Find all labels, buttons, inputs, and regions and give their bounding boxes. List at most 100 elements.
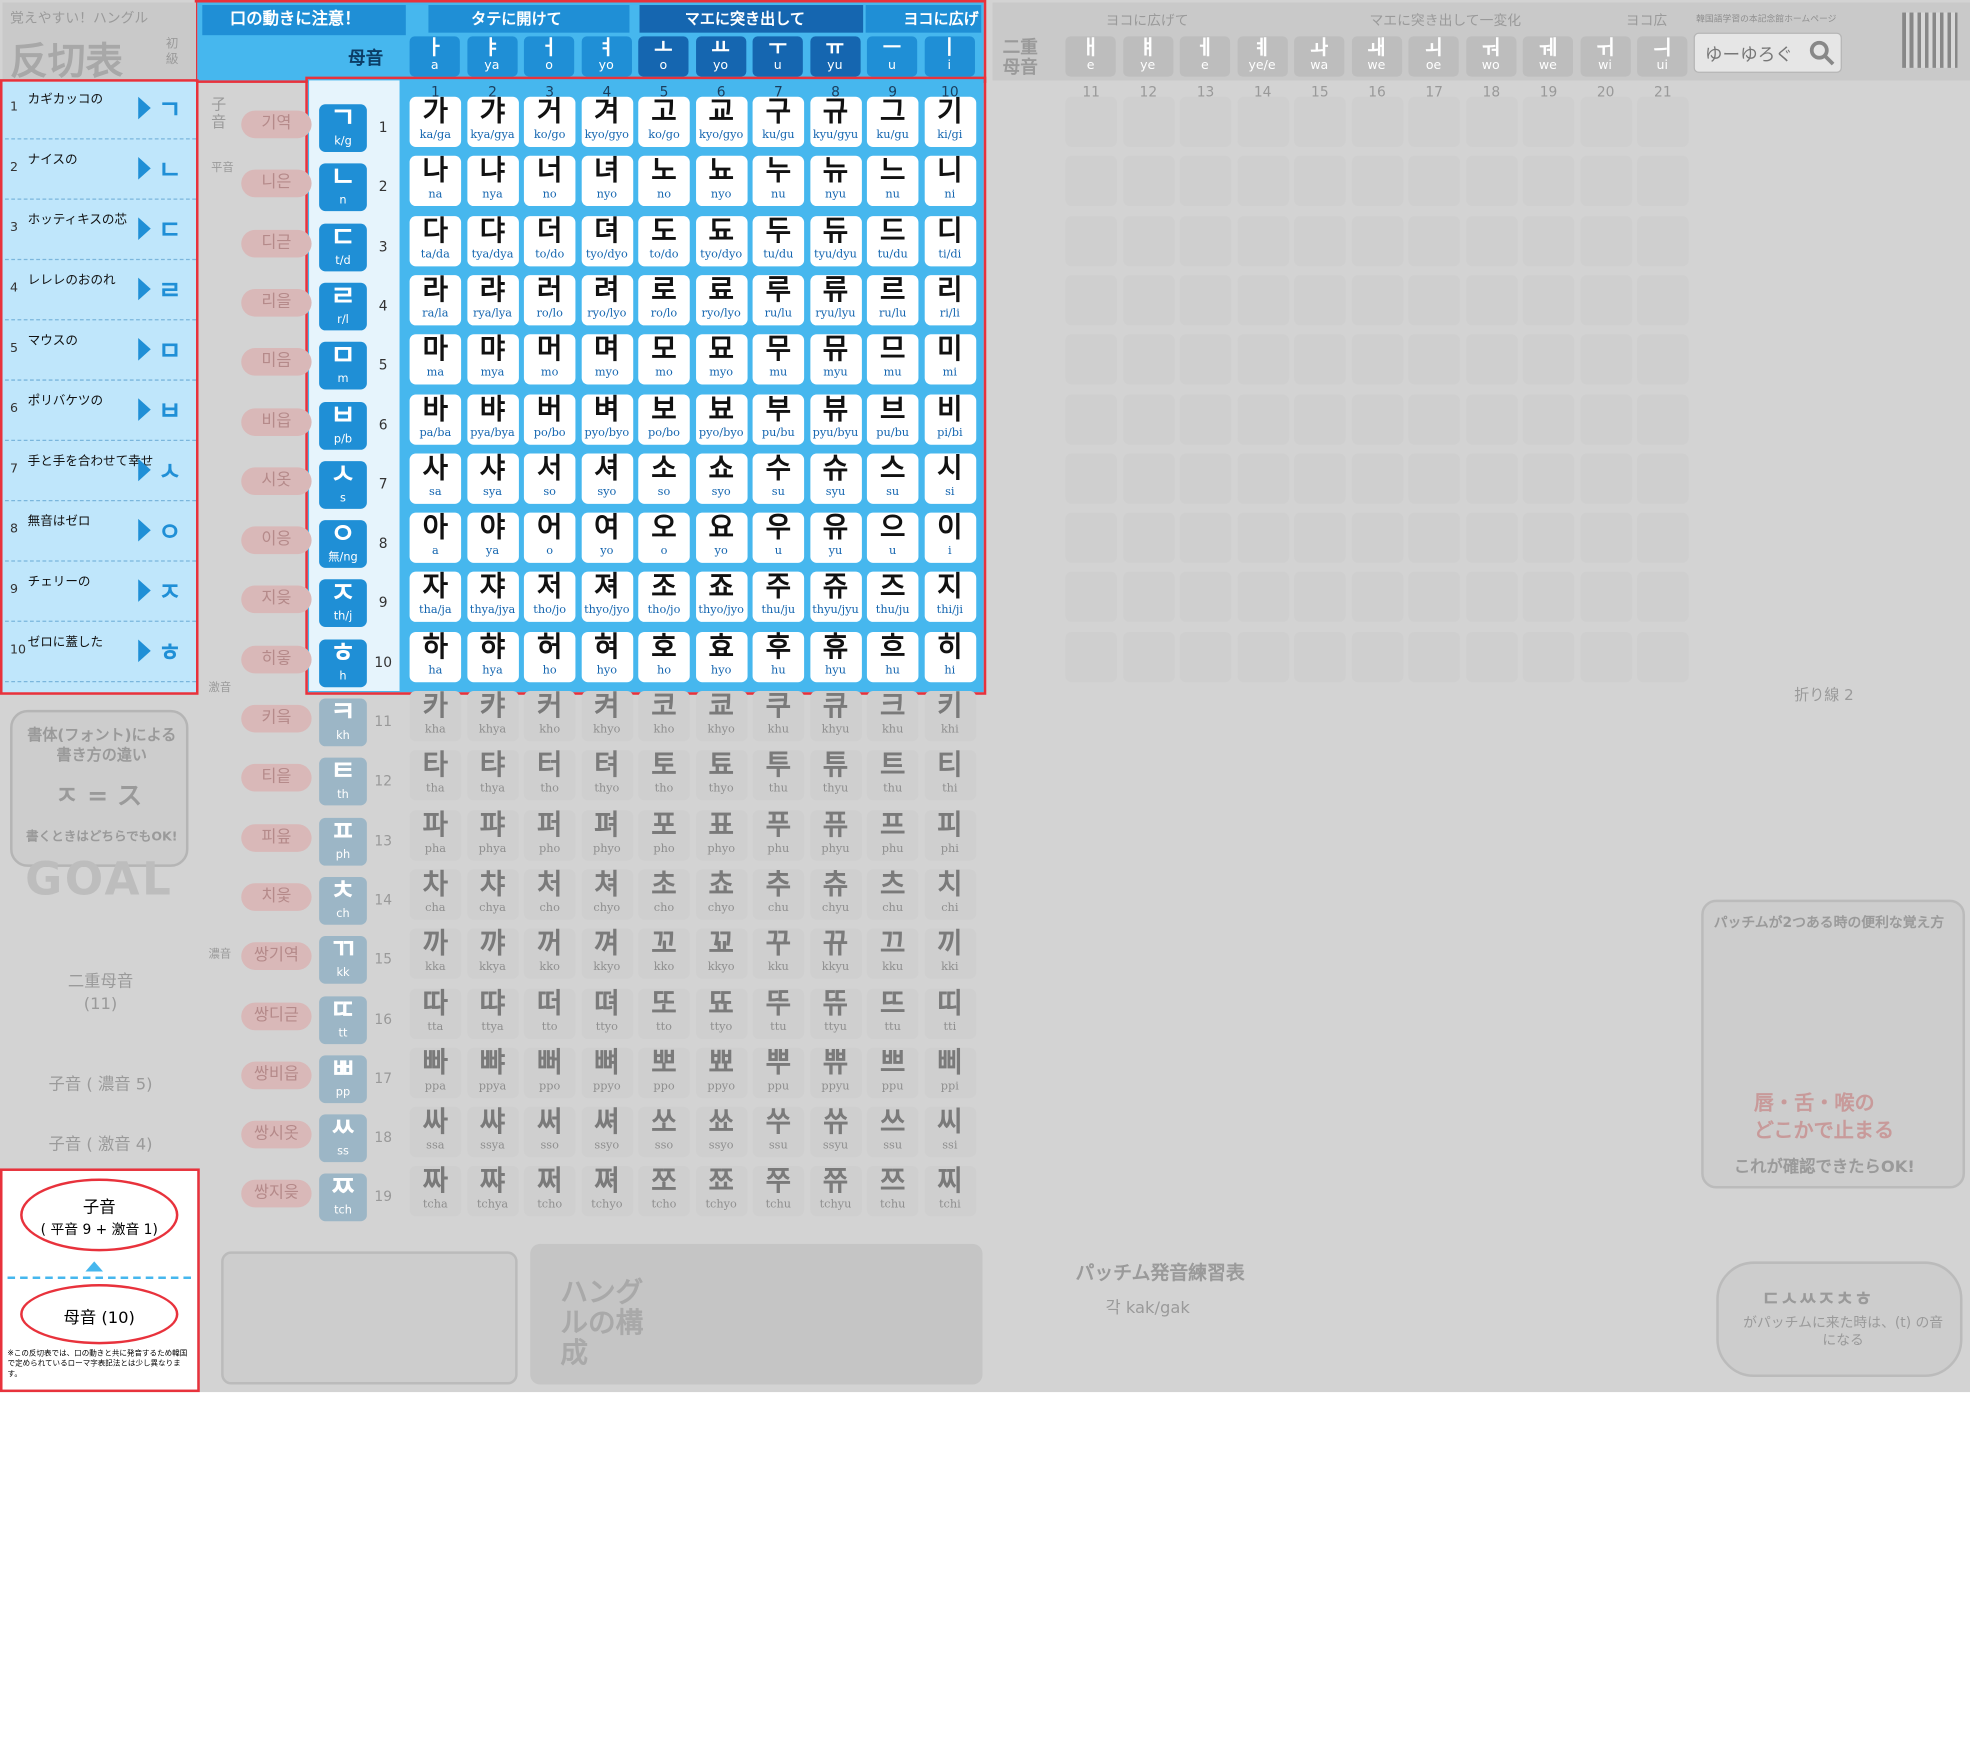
dim-syllable-cell bbox=[1351, 393, 1403, 445]
syllable: 따 bbox=[422, 988, 449, 1020]
syllable: 아 bbox=[422, 512, 449, 545]
syllable-roman: thu/ju bbox=[761, 604, 796, 618]
row-number: 17 bbox=[374, 1070, 392, 1087]
yoko-label: ヨコに広げ bbox=[865, 5, 982, 33]
noon-label: 濃音 bbox=[208, 948, 232, 962]
dim-syllable-cell: 또 tto bbox=[638, 988, 690, 1039]
dim-syllable-cell: 끼 kki bbox=[924, 928, 976, 979]
dim-syllable-cell bbox=[1351, 156, 1403, 207]
syllable-roman: nyo bbox=[596, 188, 618, 202]
vowel-header-5: ㅗo bbox=[638, 36, 689, 77]
arrow-right-icon bbox=[138, 277, 151, 301]
dim-syllable-cell: 뜨 ttu bbox=[866, 988, 919, 1039]
syllable-roman: khyo bbox=[593, 723, 621, 737]
qr-code-icon[interactable] bbox=[1902, 12, 1958, 68]
syllable: 쏘 bbox=[651, 1107, 677, 1139]
vowel-glyph: ㅏ bbox=[425, 35, 444, 60]
dim-syllable-cell bbox=[1351, 572, 1403, 623]
dim-syllable-cell bbox=[1236, 631, 1289, 682]
row-number: 7 bbox=[378, 475, 388, 493]
dim-syllable-cell: 탸 thya bbox=[466, 750, 519, 801]
row-number: 16 bbox=[374, 1010, 392, 1028]
dim-syllable-cell: 써 sso bbox=[523, 1107, 576, 1158]
syllable: 뾰 bbox=[708, 1047, 734, 1079]
syllable-roman: pya/bya bbox=[470, 426, 515, 440]
consonant-roman: ch bbox=[336, 908, 350, 921]
consonant-glyph: ㅆ bbox=[330, 1113, 356, 1145]
syllable: 랴 bbox=[479, 275, 506, 307]
dim-syllable-cell: 캬 khya bbox=[466, 691, 519, 742]
dim-syllable-cell: 텨 thyo bbox=[581, 750, 633, 801]
syllable-roman: hyo bbox=[710, 664, 732, 677]
syllable: 뻐 bbox=[536, 1047, 563, 1079]
syllable-roman: mu bbox=[883, 367, 902, 380]
syllable: 포 bbox=[651, 809, 677, 842]
vowel-glyph: ㅕ bbox=[596, 35, 616, 60]
dim-syllable-cell: 꼬 kko bbox=[638, 928, 690, 979]
guide-glyph: ㅎ bbox=[158, 636, 182, 668]
syllable-roman: syu bbox=[825, 485, 846, 499]
dim-syllable-cell bbox=[1179, 334, 1232, 385]
dim-syllable-cell bbox=[1236, 512, 1289, 563]
syllable-roman: ssya bbox=[480, 1139, 505, 1153]
batchim-example: 각 kak/gak bbox=[1105, 1299, 1190, 1318]
syllable: 기 bbox=[937, 96, 963, 129]
syllable-roman: o bbox=[660, 545, 668, 558]
syllable-roman: su bbox=[886, 485, 900, 499]
syllable-roman: ttyu bbox=[824, 1020, 847, 1034]
dim-syllable-cell: 빠 ppa bbox=[409, 1047, 462, 1098]
dim-syllable-cell bbox=[1065, 631, 1117, 682]
dim-syllable-cell bbox=[1637, 334, 1689, 385]
syllable: 벼 bbox=[594, 393, 620, 426]
dim-syllable-cell bbox=[1351, 453, 1403, 504]
syllable: 르 bbox=[879, 275, 906, 307]
consonant-glyph: ㅎ bbox=[330, 637, 356, 670]
syllable: 지 bbox=[937, 572, 963, 604]
vowel-roman: wi bbox=[1598, 59, 1612, 73]
row-number: 3 bbox=[378, 238, 388, 255]
dim-syllable-cell bbox=[1236, 96, 1289, 147]
search-icon[interactable] bbox=[1808, 39, 1836, 67]
syllable-roman: kkyu bbox=[821, 961, 850, 974]
syllable-roman: ko/go bbox=[648, 129, 680, 142]
syllable: 뇨 bbox=[708, 156, 734, 188]
vowel-glyph: ㅖ bbox=[1252, 35, 1272, 60]
syllable: 려 bbox=[594, 275, 620, 307]
guide-text: ホッティキスの芯 bbox=[27, 213, 128, 228]
syllable: 쬬 bbox=[708, 1166, 734, 1198]
search-box[interactable]: ゆーゆろぐ bbox=[1693, 32, 1842, 73]
syllable-cell: 비 pi/bi bbox=[924, 393, 976, 445]
dim-syllable-cell: 꺄 kkya bbox=[466, 928, 519, 979]
syllable: 크 bbox=[879, 691, 906, 723]
dim-syllable-cell: 싸 ssa bbox=[409, 1107, 462, 1158]
consonant-roman: h bbox=[339, 670, 347, 684]
syllable-roman: tchu bbox=[765, 1199, 792, 1212]
syllable-cell: 듀 tyu/dyu bbox=[809, 215, 862, 266]
syllable-roman: tchu bbox=[879, 1199, 906, 1212]
consonant-name: 미음 bbox=[241, 348, 312, 376]
search-input[interactable]: ゆーゆろぐ bbox=[1705, 41, 1793, 66]
syllable: 어 bbox=[536, 512, 563, 545]
syllable: 먀 bbox=[479, 334, 506, 366]
syllable: 히 bbox=[937, 631, 963, 663]
arrow-right-icon bbox=[138, 579, 151, 602]
dim-syllable-cell bbox=[1122, 334, 1175, 385]
syllable-roman: kkyo bbox=[593, 961, 621, 974]
syllable: 나 bbox=[422, 156, 449, 188]
syllable-roman: kho bbox=[539, 723, 561, 737]
syllable-cell: 사 sa bbox=[409, 453, 462, 504]
dim-syllable-cell bbox=[1522, 453, 1575, 504]
syllable: 그 bbox=[879, 96, 906, 129]
title-badge: 初級 bbox=[165, 37, 179, 67]
syllable-cell: 거 ko/go bbox=[523, 96, 576, 147]
vowel-header-10: ㅣi bbox=[924, 36, 975, 77]
dim-mae-label: マエに突き出して一変化 bbox=[1369, 12, 1522, 29]
syllable-cell: 보 po/bo bbox=[638, 393, 690, 445]
dim-syllable-cell bbox=[1408, 215, 1460, 266]
syllable-roman: pyo/byo bbox=[698, 426, 744, 440]
syllable: 조 bbox=[651, 572, 677, 604]
dim-consonant-16: ㄸ tt bbox=[319, 995, 367, 1044]
syllable-roman: nyu bbox=[825, 188, 846, 202]
syllable-cell: 묘 myo bbox=[695, 334, 747, 385]
dim-consonant-15: ㄲ kk bbox=[319, 936, 367, 984]
